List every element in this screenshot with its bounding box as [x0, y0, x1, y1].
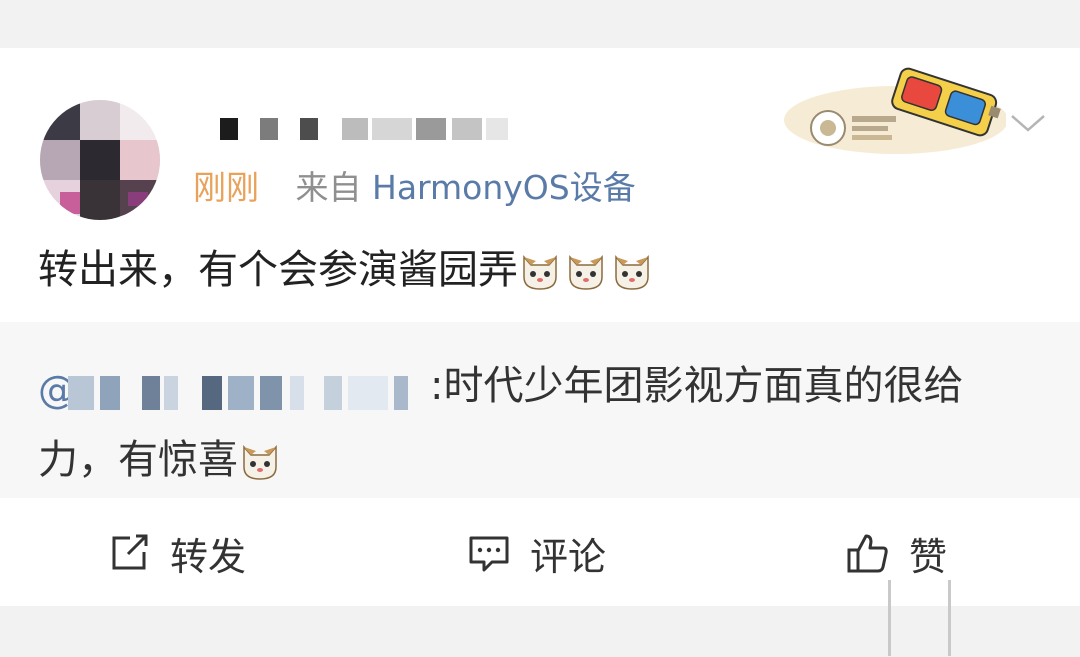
thumbs-up-icon	[847, 534, 888, 573]
repost-text-line2: 力，有惊喜	[38, 432, 284, 488]
source-prefix: 来自	[295, 168, 362, 207]
scroll-indicator	[948, 580, 951, 656]
like-label: 赞	[909, 534, 948, 579]
scroll-indicator	[888, 580, 891, 656]
cat-emoji-icon	[615, 255, 649, 290]
cat-emoji-icon	[569, 255, 603, 290]
comment-button[interactable]: 评论	[466, 526, 606, 580]
top-separator	[0, 0, 1080, 48]
repost-text-line2-body: 力，有惊喜	[38, 437, 238, 483]
3d-glasses-badge-icon[interactable]	[776, 60, 1006, 160]
share-icon	[112, 534, 148, 570]
device-source-link[interactable]: HarmonyOS设备	[372, 168, 636, 207]
reposted-content[interactable]: @ :时代少年团影视方面真的很给 力，有惊喜	[0, 322, 1080, 498]
repost-mention[interactable]: @	[38, 366, 428, 414]
cat-emoji-icon	[243, 445, 277, 480]
post-text: 转出来，有个会参演酱园弄	[38, 242, 656, 298]
post-body: 转出来，有个会参演酱园弄	[38, 247, 518, 293]
cat-emoji-icon	[523, 255, 557, 290]
comment-label: 评论	[530, 534, 607, 579]
post-time: 刚刚	[193, 168, 259, 207]
share-label: 转发	[170, 534, 247, 579]
chevron-down-icon[interactable]	[1006, 104, 1050, 140]
repost-text-line1: :时代少年团影视方面真的很给	[430, 363, 964, 409]
bottom-separator	[0, 606, 1080, 657]
share-button[interactable]: 转发	[106, 526, 246, 580]
action-bar: 转发 评论 赞	[0, 498, 1080, 606]
post-card: 刚刚 来自 HarmonyOS设备 转出来，有个会参演酱园弄 @:时代少年团影…	[0, 48, 1080, 606]
like-button[interactable]: 赞	[845, 526, 947, 580]
username-blurred[interactable]	[196, 110, 556, 146]
comment-icon	[469, 536, 509, 572]
avatar[interactable]	[40, 100, 160, 220]
post-meta: 刚刚 来自 HarmonyOS设备	[193, 168, 636, 208]
